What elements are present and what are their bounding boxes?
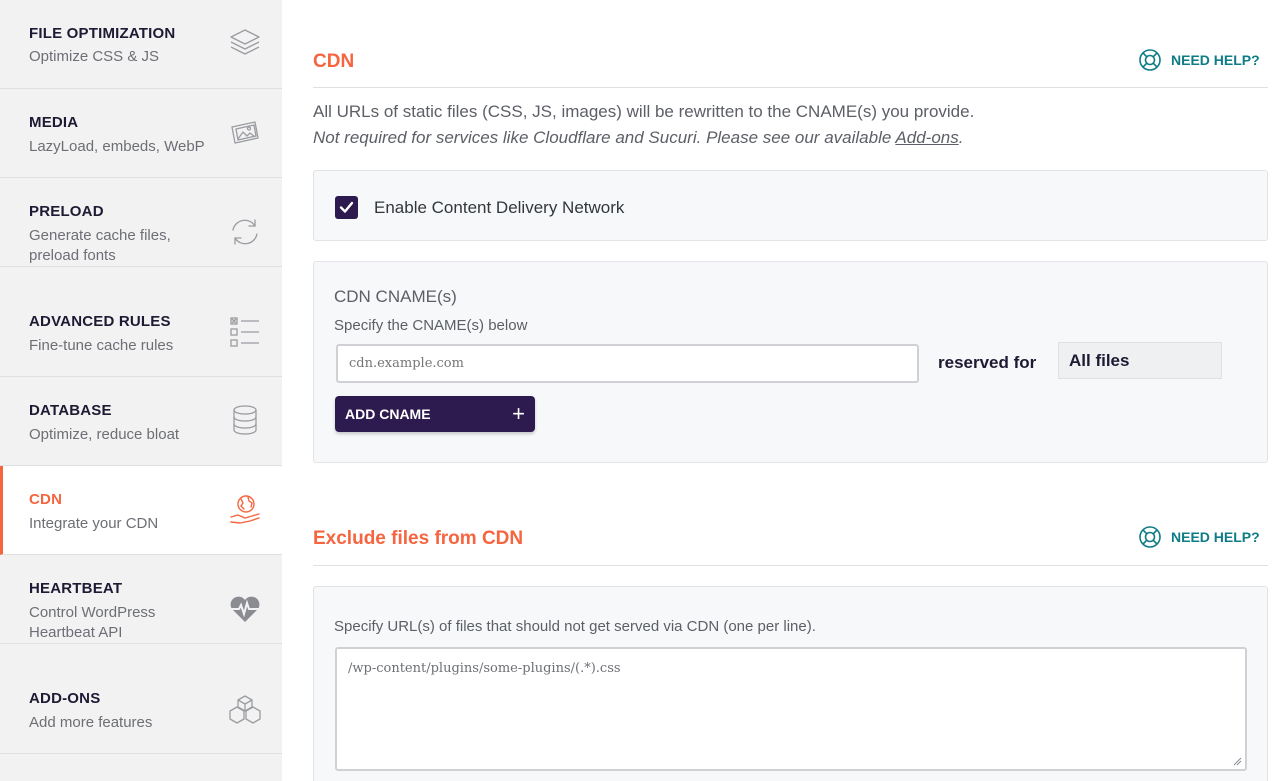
sidebar-item-add-ons[interactable]: ADD-ONS Add more features <box>0 665 282 754</box>
need-help-label: NEED HELP? <box>1171 529 1260 545</box>
images-icon <box>228 116 262 150</box>
checklist-icon <box>228 315 262 349</box>
sidebar-item-subtitle: Optimize CSS & JS <box>29 48 160 65</box>
enable-cdn-panel: Enable Content Delivery Network <box>313 170 1268 241</box>
sidebar-item-database[interactable]: DATABASE Optimize, reduce bloat <box>0 377 282 466</box>
sidebar: FILE OPTIMIZATION Optimize CSS & JS MEDI… <box>0 0 282 781</box>
sidebar-item-preload[interactable]: PRELOAD Generate cache files, preload fo… <box>0 178 282 267</box>
globe-hand-icon <box>228 493 262 527</box>
cname-input[interactable] <box>336 344 919 383</box>
sidebar-item-title: MEDIA <box>29 114 79 131</box>
add-cname-button[interactable]: ADD CNAME + <box>335 396 535 432</box>
reserved-for-select[interactable]: All files <box>1058 342 1222 379</box>
sidebar-item-title: PRELOAD <box>29 203 104 220</box>
need-help-link[interactable]: NEED HELP? <box>1138 525 1260 549</box>
divider <box>313 87 1268 88</box>
sidebar-item-subtitle: Generate cache files, preload fonts <box>29 227 171 264</box>
sidebar-item-title: CDN <box>29 491 63 508</box>
refresh-icon <box>228 215 262 249</box>
sidebar-item-title: ADVANCED RULES <box>29 313 171 330</box>
sidebar-item-media[interactable]: MEDIA LazyLoad, embeds, WebP <box>0 89 282 178</box>
layers-icon <box>228 26 262 60</box>
need-help-label: NEED HELP? <box>1171 52 1260 68</box>
add-cname-label: ADD CNAME <box>345 406 431 422</box>
enable-cdn-label: Enable Content Delivery Network <box>374 198 625 217</box>
lifebuoy-icon <box>1139 49 1161 71</box>
cdn-description-line2: Not required for services like Cloudflar… <box>313 128 896 147</box>
reserved-for-label: reserved for <box>938 353 1037 372</box>
exclude-textarea[interactable]: /wp-content/plugins/some-plugins/(.*).cs… <box>335 647 1247 771</box>
sidebar-item-subtitle: Add more features <box>29 714 153 731</box>
sidebar-item-subtitle: Fine-tune cache rules <box>29 337 174 354</box>
cname-panel: CDN CNAME(s) Specify the CNAME(s) below … <box>313 261 1268 463</box>
plus-icon: + <box>512 401 525 426</box>
exclude-textarea-placeholder: /wp-content/plugins/some-plugins/(.*).cs… <box>348 661 621 676</box>
sidebar-item-subtitle: LazyLoad, embeds, WebP <box>29 138 205 155</box>
divider <box>313 565 1268 566</box>
cname-title: CDN CNAME(s) <box>334 287 457 306</box>
resize-grip-icon[interactable] <box>1232 756 1242 766</box>
heartbeat-icon <box>228 592 262 626</box>
sidebar-item-title: HEARTBEAT <box>29 580 123 597</box>
checkmark-icon <box>339 201 354 213</box>
sidebar-item-subtitle: Integrate your CDN <box>29 515 159 532</box>
database-icon <box>228 403 262 437</box>
enable-cdn-checkbox[interactable] <box>335 196 358 219</box>
cdn-description: All URLs of static files (CSS, JS, image… <box>313 99 974 151</box>
sidebar-item-subtitle: Control WordPress Heartbeat API <box>29 604 156 641</box>
sidebar-item-advanced-rules[interactable]: ADVANCED RULES Fine-tune cache rules <box>0 288 282 377</box>
exclude-panel: Specify URL(s) of files that should not … <box>313 586 1268 781</box>
sidebar-item-title: FILE OPTIMIZATION <box>29 25 176 42</box>
sidebar-item-heartbeat[interactable]: HEARTBEAT Control WordPress Heartbeat AP… <box>0 555 282 644</box>
sidebar-item-title: ADD-ONS <box>29 690 101 707</box>
section-title-exclude: Exclude files from CDN <box>313 528 524 549</box>
lifebuoy-icon <box>1139 526 1161 548</box>
add-ons-link[interactable]: Add-ons <box>895 128 958 147</box>
main-content: CDN NEED HELP? All URLs of static files … <box>282 0 1288 781</box>
section-title-cdn: CDN <box>313 51 355 72</box>
period: . <box>958 128 964 147</box>
cubes-icon <box>228 693 262 727</box>
sidebar-item-title: DATABASE <box>29 402 112 419</box>
cname-help: Specify the CNAME(s) below <box>334 317 528 334</box>
sidebar-item-cdn[interactable]: CDN Integrate your CDN <box>0 466 282 555</box>
cdn-description-line1: All URLs of static files (CSS, JS, image… <box>313 102 975 121</box>
exclude-help: Specify URL(s) of files that should not … <box>334 618 816 635</box>
sidebar-item-file-optimization[interactable]: FILE OPTIMIZATION Optimize CSS & JS <box>0 0 282 89</box>
sidebar-item-subtitle: Optimize, reduce bloat <box>29 426 180 443</box>
need-help-link[interactable]: NEED HELP? <box>1138 48 1260 72</box>
